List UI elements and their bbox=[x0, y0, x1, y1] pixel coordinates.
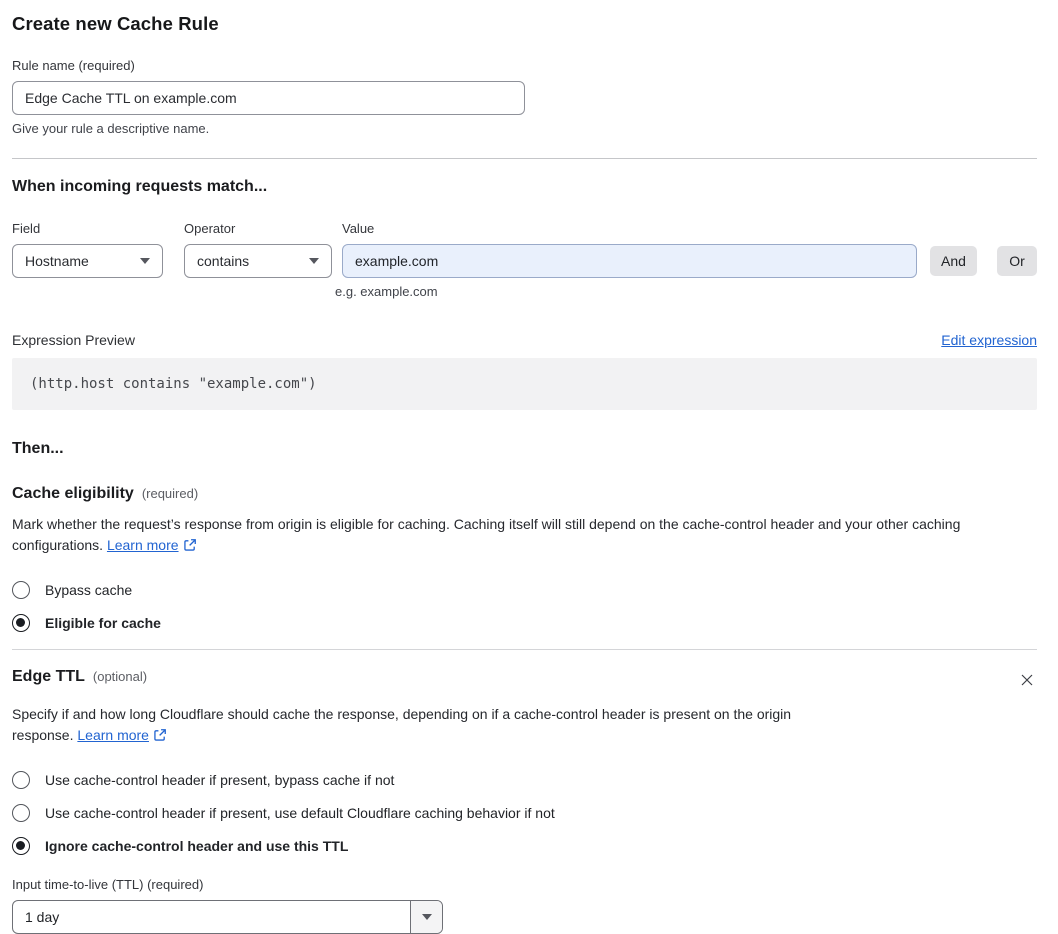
radio-use-header-default[interactable]: Use cache-control header if present, use… bbox=[12, 804, 1037, 822]
radio-icon[interactable] bbox=[12, 614, 30, 632]
divider bbox=[12, 649, 1037, 650]
match-heading: When incoming requests match... bbox=[12, 178, 268, 195]
value-helper: e.g. example.com bbox=[335, 284, 438, 299]
then-heading: Then... bbox=[12, 440, 64, 457]
radio-label[interactable]: Eligible for cache bbox=[45, 615, 161, 631]
radio-icon[interactable] bbox=[12, 581, 30, 599]
radio-label[interactable]: Bypass cache bbox=[45, 582, 132, 598]
cache-eligibility-header: Cache eligibility (required) bbox=[12, 485, 1037, 503]
expression-code: (http.host contains "example.com") bbox=[30, 376, 317, 392]
optional-tag: (optional) bbox=[92, 669, 148, 684]
ttl-select[interactable]: 1 day bbox=[12, 900, 443, 934]
radio-eligible-for-cache[interactable]: Eligible for cache bbox=[12, 614, 1037, 632]
field-select[interactable]: Hostname bbox=[12, 244, 163, 278]
operator-label: Operator bbox=[184, 221, 236, 236]
external-link-icon bbox=[183, 537, 197, 558]
radio-label[interactable]: Use cache-control header if present, byp… bbox=[45, 772, 394, 788]
divider bbox=[12, 158, 1037, 159]
edge-ttl-description: Specify if and how long Cloudflare shoul… bbox=[12, 704, 850, 748]
chevron-down-icon bbox=[309, 258, 319, 264]
learn-more-link[interactable]: Learn more bbox=[77, 727, 149, 743]
rule-name-input[interactable] bbox=[12, 81, 525, 115]
field-label: Field bbox=[12, 221, 41, 236]
edge-ttl-header: Edge TTL (optional) bbox=[12, 668, 1037, 693]
ttl-label: Input time-to-live (TTL) (required) bbox=[12, 877, 204, 892]
value-label: Value bbox=[342, 221, 375, 236]
external-link-icon bbox=[153, 727, 167, 748]
cache-rule-form: Create new Cache Rule Rule name (require… bbox=[0, 0, 1058, 934]
radio-label[interactable]: Use cache-control header if present, use… bbox=[45, 805, 555, 821]
expression-preview-box: (http.host contains "example.com") bbox=[12, 358, 1037, 410]
and-button[interactable]: And bbox=[930, 246, 977, 276]
radio-icon[interactable] bbox=[12, 837, 30, 855]
rule-name-helper: Give your rule a descriptive name. bbox=[12, 121, 210, 136]
rule-name-section: Rule name (required) Give your rule a de… bbox=[12, 58, 1037, 136]
radio-icon[interactable] bbox=[12, 804, 30, 822]
chevron-down-icon bbox=[140, 258, 150, 264]
edge-ttl-title: Edge TTL bbox=[12, 668, 85, 685]
match-condition-row: Field Hostname Operator contains Value A… bbox=[12, 221, 1037, 278]
radio-ignore-header-ttl[interactable]: Ignore cache-control header and use this… bbox=[12, 837, 1037, 855]
radio-icon[interactable] bbox=[12, 771, 30, 789]
or-button[interactable]: Or bbox=[997, 246, 1037, 276]
radio-bypass-cache[interactable]: Bypass cache bbox=[12, 581, 1037, 599]
rule-name-label: Rule name (required) bbox=[12, 58, 135, 73]
radio-use-header-bypass[interactable]: Use cache-control header if present, byp… bbox=[12, 771, 1037, 789]
value-input[interactable] bbox=[342, 244, 917, 278]
operator-select-value: contains bbox=[197, 253, 250, 269]
field-select-value: Hostname bbox=[25, 253, 89, 269]
operator-select[interactable]: contains bbox=[184, 244, 332, 278]
expression-preview-header: Expression Preview Edit expression bbox=[12, 332, 1037, 348]
page-title: Create new Cache Rule bbox=[12, 13, 219, 34]
expression-preview-label: Expression Preview bbox=[12, 332, 135, 348]
edit-expression-link[interactable]: Edit expression bbox=[941, 332, 1037, 348]
required-tag: (required) bbox=[141, 486, 199, 501]
radio-label[interactable]: Ignore cache-control header and use this… bbox=[45, 838, 348, 854]
cache-eligibility-options: Bypass cache Eligible for cache bbox=[12, 581, 1037, 632]
cache-eligibility-title: Cache eligibility bbox=[12, 485, 134, 502]
close-icon[interactable] bbox=[1017, 670, 1037, 693]
chevron-down-icon bbox=[421, 914, 432, 920]
cache-eligibility-description: Mark whether the request’s response from… bbox=[12, 514, 1037, 558]
edge-ttl-options: Use cache-control header if present, byp… bbox=[12, 771, 1037, 855]
learn-more-link[interactable]: Learn more bbox=[107, 537, 179, 553]
